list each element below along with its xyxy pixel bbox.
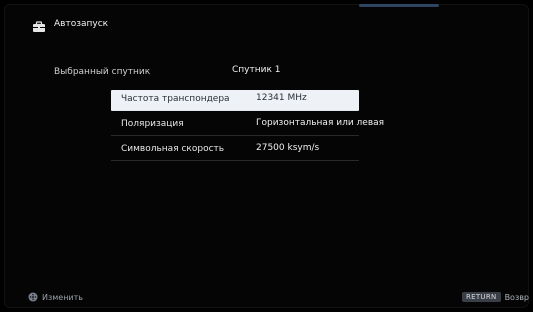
page-title: Автозапуск — [54, 19, 109, 29]
back-label: Возвр — [504, 292, 529, 302]
top-highlight-bar — [359, 4, 439, 7]
selected-satellite-value: Спутник 1 — [232, 65, 281, 75]
setting-label: Символьная скорость — [121, 144, 225, 154]
tv-screen: Автозапуск Выбранный спутник Спутник 1 Ч… — [4, 4, 529, 308]
setting-value: 12341 MHz — [256, 93, 307, 103]
setting-label: Частота транспондера — [121, 94, 230, 104]
selected-satellite-label: Выбранный спутник — [54, 67, 151, 77]
setting-row-polarization[interactable]: Поляризация Горизонтальная или левая — [111, 115, 384, 136]
setting-label: Поляризация — [121, 119, 184, 129]
settings-list: Частота транспондера 12341 MHz Поляризац… — [111, 90, 384, 165]
return-key-badge[interactable]: RETURN — [461, 292, 501, 302]
setting-row-transponder-frequency[interactable]: Частота транспондера 12341 MHz — [111, 90, 359, 111]
page-header: Автозапуск — [32, 18, 109, 32]
change-label: Изменить — [42, 292, 83, 302]
footer-change-hint: Изменить — [28, 292, 83, 302]
dpad-icon — [28, 292, 38, 302]
setting-value: 27500 ksym/s — [256, 143, 320, 153]
setting-value: Горизонтальная или левая — [256, 118, 385, 128]
setting-row-symbol-rate[interactable]: Символьная скорость 27500 ksym/s — [111, 140, 359, 161]
toolbox-icon — [32, 18, 46, 32]
footer-return-hint: RETURN Возвр — [461, 292, 529, 302]
